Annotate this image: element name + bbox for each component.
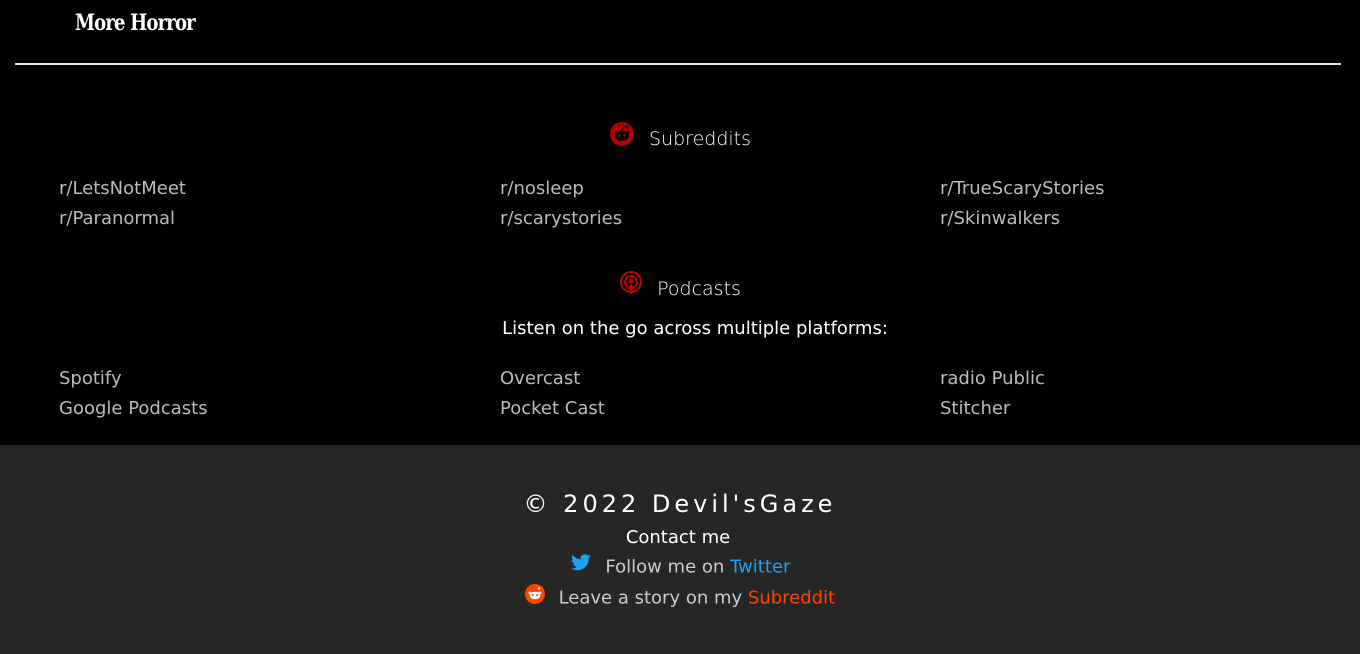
subreddit-link[interactable]: Subreddit [748,588,835,609]
twitter-icon [570,554,592,577]
podcasts-title: Podcasts [0,271,1360,305]
reddit-icon [609,121,635,152]
twitter-line: Follow me on Twitter [0,554,1360,579]
podcast-link-google-podcasts[interactable]: Google Podcasts [59,398,208,419]
subreddits-title: Subreddits [0,121,1360,155]
subreddit-link-skinwalkers[interactable]: r/Skinwalkers [940,208,1060,229]
subreddit-link-truescarystories[interactable]: r/TrueScaryStories [940,178,1104,199]
podcasts-tagline: Listen on the go across multiple platfor… [502,318,888,339]
podcast-link-spotify[interactable]: Spotify [59,368,122,389]
subreddit-link-scarystories[interactable]: r/scarystories [500,208,622,229]
more-horror-section: More Horror Subreddits r/LetsNotMeet r/n… [0,0,1360,445]
reddit-line: Leave a story on my Subreddit [0,584,1360,611]
podcast-link-stitcher[interactable]: Stitcher [940,398,1010,419]
subreddit-link-paranormal[interactable]: r/Paranormal [59,208,175,229]
subreddit-link-nosleep[interactable]: r/nosleep [500,178,584,199]
divider [15,63,1341,65]
footer: © 2022 Devil'sGaze Contact me Follow me … [0,445,1360,654]
twitter-link[interactable]: Twitter [730,557,790,578]
reddit-prefix: Leave a story on my [558,587,743,609]
section-heading: More Horror [75,10,196,36]
contact-heading: Contact me [625,527,731,548]
podcast-icon [619,271,643,302]
subreddits-label: Subreddits [649,128,752,150]
twitter-prefix: Follow me on [605,556,725,578]
podcast-link-radio-public[interactable]: radio Public [940,368,1045,389]
podcast-link-overcast[interactable]: Overcast [500,368,580,389]
copyright: © 2022 Devil'sGaze [523,490,837,518]
subreddit-link-letsnotmeet[interactable]: r/LetsNotMeet [59,178,186,199]
podcast-link-pocket-cast[interactable]: Pocket Cast [500,398,605,419]
podcasts-label: Podcasts [657,278,741,300]
reddit-icon [524,584,545,609]
